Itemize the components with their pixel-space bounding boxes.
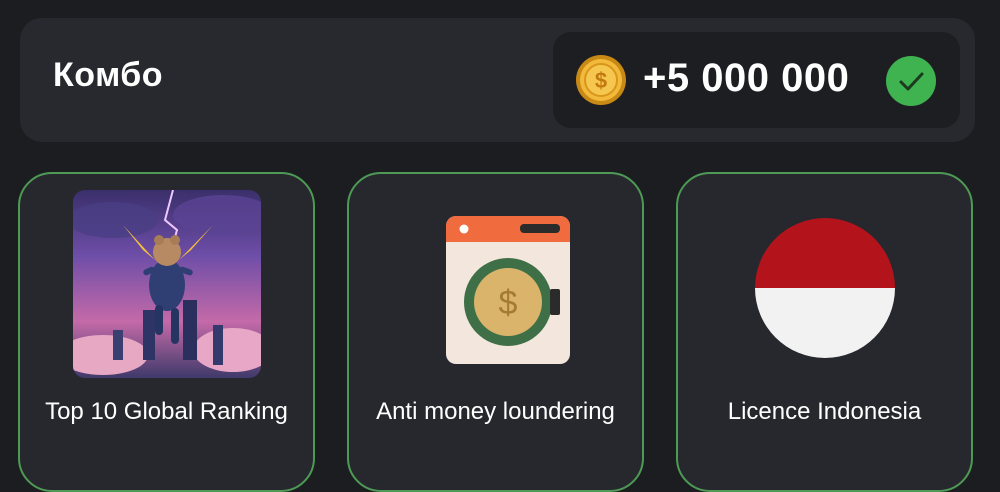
indonesia-flag-icon — [754, 218, 895, 358]
washing-machine-coin-icon: $ — [445, 216, 570, 364]
combo-reward-badge: $ +5 000 000 — [553, 32, 960, 128]
card-label: Licence Indonesia — [727, 398, 922, 425]
card-label: Anti money loundering — [376, 398, 615, 425]
combo-card-licence-indonesia[interactable]: Licence Indonesia — [676, 172, 973, 492]
hamster-astronaut-image — [72, 190, 261, 378]
combo-card-anti-money-laundering[interactable]: $ Anti money loundering — [347, 172, 644, 492]
combo-title: Комбо — [53, 56, 164, 94]
combo-card-top-10-global-ranking[interactable]: Top 10 Global Ranking — [18, 172, 315, 492]
combo-panel: Комбо $ +5 000 000 — [20, 18, 975, 142]
card-label: Top 10 Global Ranking — [45, 398, 288, 425]
check-icon — [886, 56, 936, 106]
svg-text:$: $ — [498, 284, 517, 322]
svg-text:$: $ — [595, 68, 607, 93]
reward-amount: +5 000 000 — [643, 56, 850, 100]
dollar-coin-icon: $ — [576, 55, 626, 105]
